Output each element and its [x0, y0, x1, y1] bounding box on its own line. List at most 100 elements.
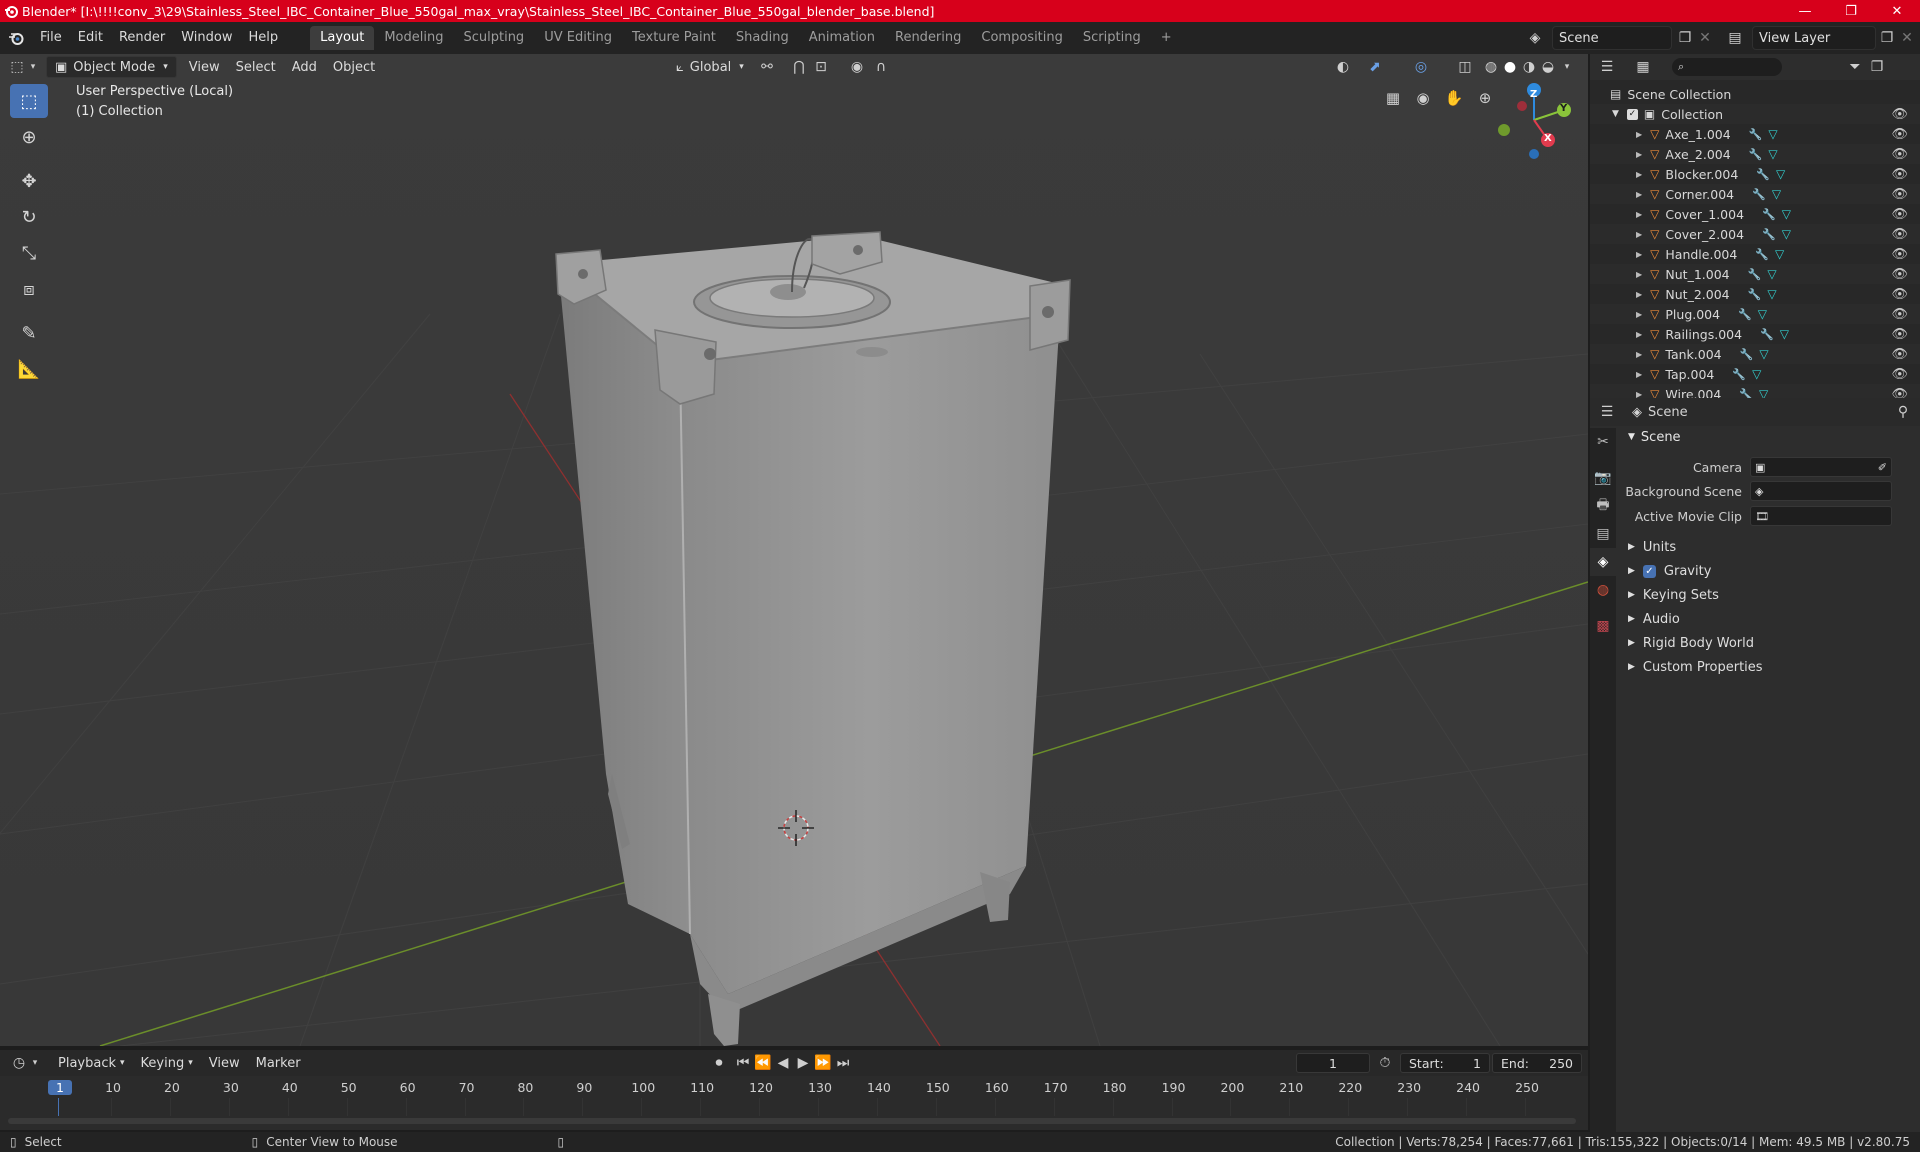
- mesh-data-icon[interactable]: ▽: [1772, 187, 1781, 201]
- gizmo-y-label[interactable]: Y: [1560, 103, 1567, 114]
- menu-playback[interactable]: Playback ▾: [50, 1052, 133, 1074]
- current-frame-field[interactable]: 1: [1296, 1053, 1370, 1073]
- scale-tool-icon[interactable]: ⤡: [10, 236, 48, 270]
- new-collection-icon[interactable]: ❐: [1866, 56, 1888, 78]
- maximize-button[interactable]: ❐: [1828, 0, 1874, 22]
- jump-keyframe-back-icon[interactable]: ⏪: [752, 1052, 774, 1074]
- cursor-tool-icon[interactable]: ⊕: [10, 120, 48, 154]
- delete-scene-icon[interactable]: ✕: [1694, 27, 1716, 49]
- camera-field[interactable]: ▣ ✐: [1750, 457, 1892, 477]
- collection-checkbox[interactable]: ✓: [1626, 108, 1638, 120]
- move-tool-icon[interactable]: ✥: [10, 164, 48, 198]
- stopwatch-icon[interactable]: ⏱: [1374, 1052, 1396, 1074]
- measure-tool-icon[interactable]: 📐: [10, 352, 48, 386]
- view-layer-icon[interactable]: ▤: [1724, 27, 1746, 49]
- shading-options-chevron-icon[interactable]: ▾: [1556, 56, 1578, 78]
- outliner-search-input[interactable]: ⌕: [1672, 58, 1782, 76]
- start-frame-field[interactable]: Start: 1: [1400, 1053, 1490, 1073]
- object-mode-dropdown[interactable]: ▣ Object Mode ▾: [46, 56, 177, 78]
- gravity-section[interactable]: ▶ ✓ Gravity: [1620, 560, 1711, 582]
- show-gizmos-icon[interactable]: ⬈: [1364, 56, 1386, 78]
- background-scene-field[interactable]: ◈: [1750, 481, 1892, 501]
- scene-browse-icon[interactable]: ◈: [1524, 27, 1546, 49]
- units-section[interactable]: ▶ Units: [1620, 536, 1676, 558]
- playhead[interactable]: [58, 1098, 59, 1116]
- record-icon[interactable]: ⏺: [708, 1052, 730, 1074]
- chevron-down-icon[interactable]: ▾: [28, 56, 38, 78]
- keying-sets-section[interactable]: ▶ Keying Sets: [1620, 584, 1719, 606]
- modifier-wrench-icon[interactable]: 🔧: [1738, 308, 1752, 321]
- outliner-object-row[interactable]: ▶ ▽ Blocker.004 🔧 ▽ 👁: [1590, 164, 1920, 184]
- modifier-wrench-icon[interactable]: 🔧: [1760, 328, 1774, 341]
- mesh-data-icon[interactable]: ▽: [1782, 227, 1791, 241]
- pivot-point-icon[interactable]: ⚯: [756, 56, 778, 78]
- tab-compositing[interactable]: Compositing: [971, 26, 1073, 50]
- rigid-body-world-section[interactable]: ▶ Rigid Body World: [1620, 632, 1754, 654]
- tab-layout[interactable]: Layout: [310, 26, 375, 50]
- camera-view-icon[interactable]: ◉: [1409, 84, 1437, 112]
- world-tab-icon[interactable]: ◍: [1590, 576, 1616, 604]
- eye-icon[interactable]: 👁: [1891, 127, 1908, 142]
- display-mode-icon[interactable]: ▦: [1632, 56, 1654, 78]
- outliner-object-row[interactable]: ▶ ▽ Cover_2.004 🔧 ▽ 👁: [1590, 224, 1920, 244]
- audio-section[interactable]: ▶ Audio: [1620, 608, 1680, 630]
- delete-view-layer-icon[interactable]: ✕: [1896, 27, 1918, 49]
- mesh-data-icon[interactable]: ▽: [1768, 147, 1777, 161]
- texture-tab-icon[interactable]: ▩: [1590, 612, 1616, 640]
- expand-arrow-icon[interactable]: ▶: [1636, 270, 1642, 279]
- outliner-object-row[interactable]: ▶ ▽ Tap.004 🔧 ▽ 👁: [1590, 364, 1920, 384]
- end-frame-field[interactable]: End: 250: [1492, 1053, 1582, 1073]
- mesh-data-icon[interactable]: ▽: [1752, 367, 1761, 381]
- menu-keying[interactable]: Keying ▾: [133, 1052, 201, 1074]
- mesh-data-icon[interactable]: ▽: [1758, 307, 1767, 321]
- outliner-object-row[interactable]: ▶ ▽ Axe_2.004 🔧 ▽ 👁: [1590, 144, 1920, 164]
- modifier-wrench-icon[interactable]: 🔧: [1749, 128, 1763, 141]
- eye-icon[interactable]: 👁: [1891, 327, 1908, 342]
- mesh-data-icon[interactable]: ▽: [1776, 167, 1785, 181]
- eye-icon[interactable]: 👁: [1891, 247, 1908, 262]
- outliner-object-row[interactable]: ▶ ▽ Tank.004 🔧 ▽ 👁: [1590, 344, 1920, 364]
- timeline-editor-type-icon[interactable]: ◷: [8, 1052, 30, 1074]
- custom-properties-section[interactable]: ▶ Custom Properties: [1620, 656, 1763, 678]
- properties-editor-type-icon[interactable]: ☰: [1596, 401, 1618, 423]
- expand-arrow-icon[interactable]: ▶: [1636, 330, 1642, 339]
- play-reverse-icon[interactable]: ◀: [772, 1052, 794, 1074]
- menu-view[interactable]: View: [181, 56, 228, 78]
- menu-add[interactable]: Add: [284, 56, 325, 78]
- tab-uv-editing[interactable]: UV Editing: [534, 26, 622, 50]
- scene-tab-icon[interactable]: ◈: [1590, 548, 1616, 576]
- eye-icon[interactable]: 👁: [1891, 107, 1908, 122]
- toggle-grid-view-icon[interactable]: ▦: [1379, 84, 1407, 112]
- scene-selector[interactable]: Scene: [1552, 26, 1672, 50]
- outliner-object-row[interactable]: ▶ ▽ Handle.004 🔧 ▽ 👁: [1590, 244, 1920, 264]
- editor-type-icon[interactable]: ⬚: [6, 56, 28, 78]
- tab-modeling[interactable]: Modeling: [374, 26, 453, 50]
- show-overlays-icon[interactable]: ◎: [1410, 56, 1432, 78]
- eye-icon[interactable]: 👁: [1891, 187, 1908, 202]
- tab-sculpting[interactable]: Sculpting: [453, 26, 534, 50]
- outliner-object-row[interactable]: ▶ ▽ Nut_1.004 🔧 ▽ 👁: [1590, 264, 1920, 284]
- eye-icon[interactable]: 👁: [1891, 347, 1908, 362]
- outliner-object-row[interactable]: ▶ ▽ Nut_2.004 🔧 ▽ 👁: [1590, 284, 1920, 304]
- expand-arrow-icon[interactable]: ▶: [1636, 370, 1642, 379]
- chevron-down-icon[interactable]: ▾: [30, 1052, 40, 1074]
- tab-texture-paint[interactable]: Texture Paint: [622, 26, 726, 50]
- menu-edit[interactable]: Edit: [70, 26, 111, 50]
- modifier-wrench-icon[interactable]: 🔧: [1762, 228, 1776, 241]
- minimize-button[interactable]: —: [1782, 0, 1828, 22]
- gizmo-x-label[interactable]: X: [1544, 133, 1552, 144]
- menu-render[interactable]: Render: [111, 26, 173, 50]
- pin-icon[interactable]: ⚲: [1892, 401, 1914, 423]
- gizmo-z-label[interactable]: Z: [1530, 89, 1537, 100]
- expand-arrow-icon[interactable]: ▶: [1636, 250, 1642, 259]
- scene-panel-header[interactable]: ▼ Scene: [1620, 426, 1916, 448]
- menu-object[interactable]: Object: [325, 56, 383, 78]
- modifier-wrench-icon[interactable]: 🔧: [1749, 148, 1763, 161]
- expand-arrow-icon[interactable]: ▶: [1636, 150, 1642, 159]
- transform-tool-icon[interactable]: ⧈: [10, 272, 48, 306]
- outliner-object-row[interactable]: ▶ ▽ Plug.004 🔧 ▽ 👁: [1590, 304, 1920, 324]
- add-workspace-button[interactable]: +: [1151, 26, 1182, 50]
- jump-end-icon[interactable]: ⏭: [832, 1052, 854, 1074]
- new-scene-icon[interactable]: ❐: [1674, 27, 1696, 49]
- mesh-data-icon[interactable]: ▽: [1759, 347, 1768, 361]
